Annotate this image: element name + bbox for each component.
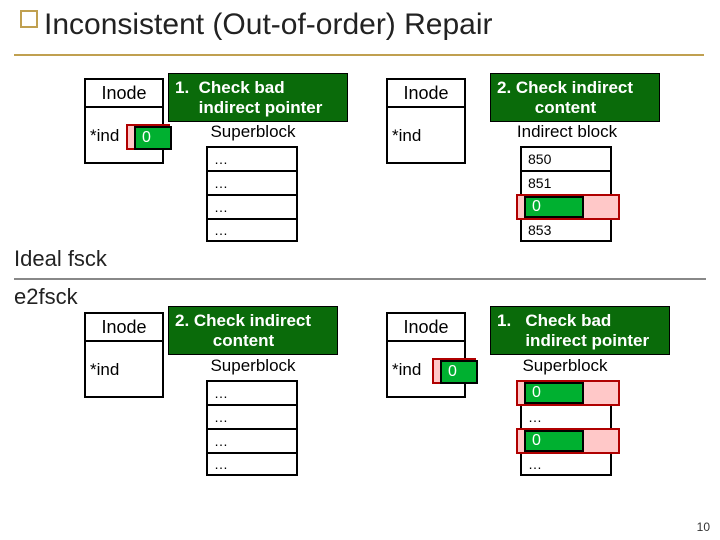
list-cell: 851 <box>520 170 612 194</box>
page-title: Inconsistent (Out-of-order) Repair <box>44 8 493 42</box>
list-cell: 850 <box>520 146 612 170</box>
panel-check-content-bl: 2. Check indirect content <box>168 306 338 355</box>
inode-label: Inode <box>403 317 448 338</box>
panel-check-bad-br: 1. Check bad indirect pointer <box>490 306 670 355</box>
list-cell: … <box>206 428 298 452</box>
superblock-hdr-bl: Superblock <box>198 356 308 376</box>
ind-label-tl: *ind <box>90 126 119 146</box>
list-cell: 0 <box>520 194 612 218</box>
inode-box-br: Inode <box>386 312 466 342</box>
title-accent-square <box>20 10 38 28</box>
ind-label-br: *ind <box>392 360 421 380</box>
value-stack-br: 0 … 0 … <box>520 380 612 476</box>
list-cell: … <box>206 452 298 476</box>
zero-label: 0 <box>532 384 541 402</box>
zero-label: 0 <box>142 129 151 147</box>
zero-bubble-tr: 0 <box>524 196 584 218</box>
panel-text: 2. Check indirect content <box>175 311 311 350</box>
section-e2-label: e2fsck <box>14 284 78 310</box>
title-underline <box>14 54 704 56</box>
list-cell: … <box>206 146 298 170</box>
panel-check-content-tr: 2. Check indirect content <box>490 73 660 122</box>
inode-label: Inode <box>403 83 448 104</box>
zero-label: 0 <box>532 198 541 216</box>
list-cell: … <box>206 170 298 194</box>
list-cell: … <box>206 218 298 242</box>
list-cell: 0 <box>520 380 612 404</box>
ind-label-tr: *ind <box>392 126 421 146</box>
inode-label: Inode <box>101 317 146 338</box>
section-divider <box>14 278 706 280</box>
list-cell: 0 <box>520 428 612 452</box>
panel-text: 1. Check bad indirect pointer <box>497 311 649 350</box>
value-stack-tr: 850 851 0 853 <box>520 146 612 242</box>
zero-bubble-br3: 0 <box>524 430 584 452</box>
inode-box-tr: Inode <box>386 78 466 108</box>
zero-bubble-tl: 0 <box>134 126 172 150</box>
ind-label-bl: *ind <box>90 360 119 380</box>
list-cell: 853 <box>520 218 612 242</box>
zero-label: 0 <box>448 363 457 381</box>
inode-box-tl: Inode <box>84 78 164 108</box>
inode-label: Inode <box>101 83 146 104</box>
list-cell: … <box>520 452 612 476</box>
zero-bubble-br-inode: 0 <box>440 360 478 384</box>
zero-bubble-br1: 0 <box>524 382 584 404</box>
slide-number: 10 <box>697 520 710 534</box>
panel-text: 2. Check indirect content <box>497 78 633 117</box>
superblock-hdr-tl: Superblock <box>198 122 308 142</box>
list-cell: … <box>206 194 298 218</box>
indirect-hdr-tr: Indirect block <box>502 122 632 142</box>
superblock-hdr-br: Superblock <box>510 356 620 376</box>
ellipsis-stack-bl: … … … … <box>206 380 298 476</box>
section-ideal-label: Ideal fsck <box>14 246 107 272</box>
list-cell: … <box>520 404 612 428</box>
inode-box-bl: Inode <box>84 312 164 342</box>
panel-text: 1. Check bad indirect pointer <box>175 78 322 117</box>
ellipsis-stack-tl: … … … … <box>206 146 298 242</box>
list-cell: … <box>206 380 298 404</box>
list-cell: … <box>206 404 298 428</box>
panel-check-bad-tl: 1. Check bad indirect pointer <box>168 73 348 122</box>
zero-label: 0 <box>532 432 541 450</box>
